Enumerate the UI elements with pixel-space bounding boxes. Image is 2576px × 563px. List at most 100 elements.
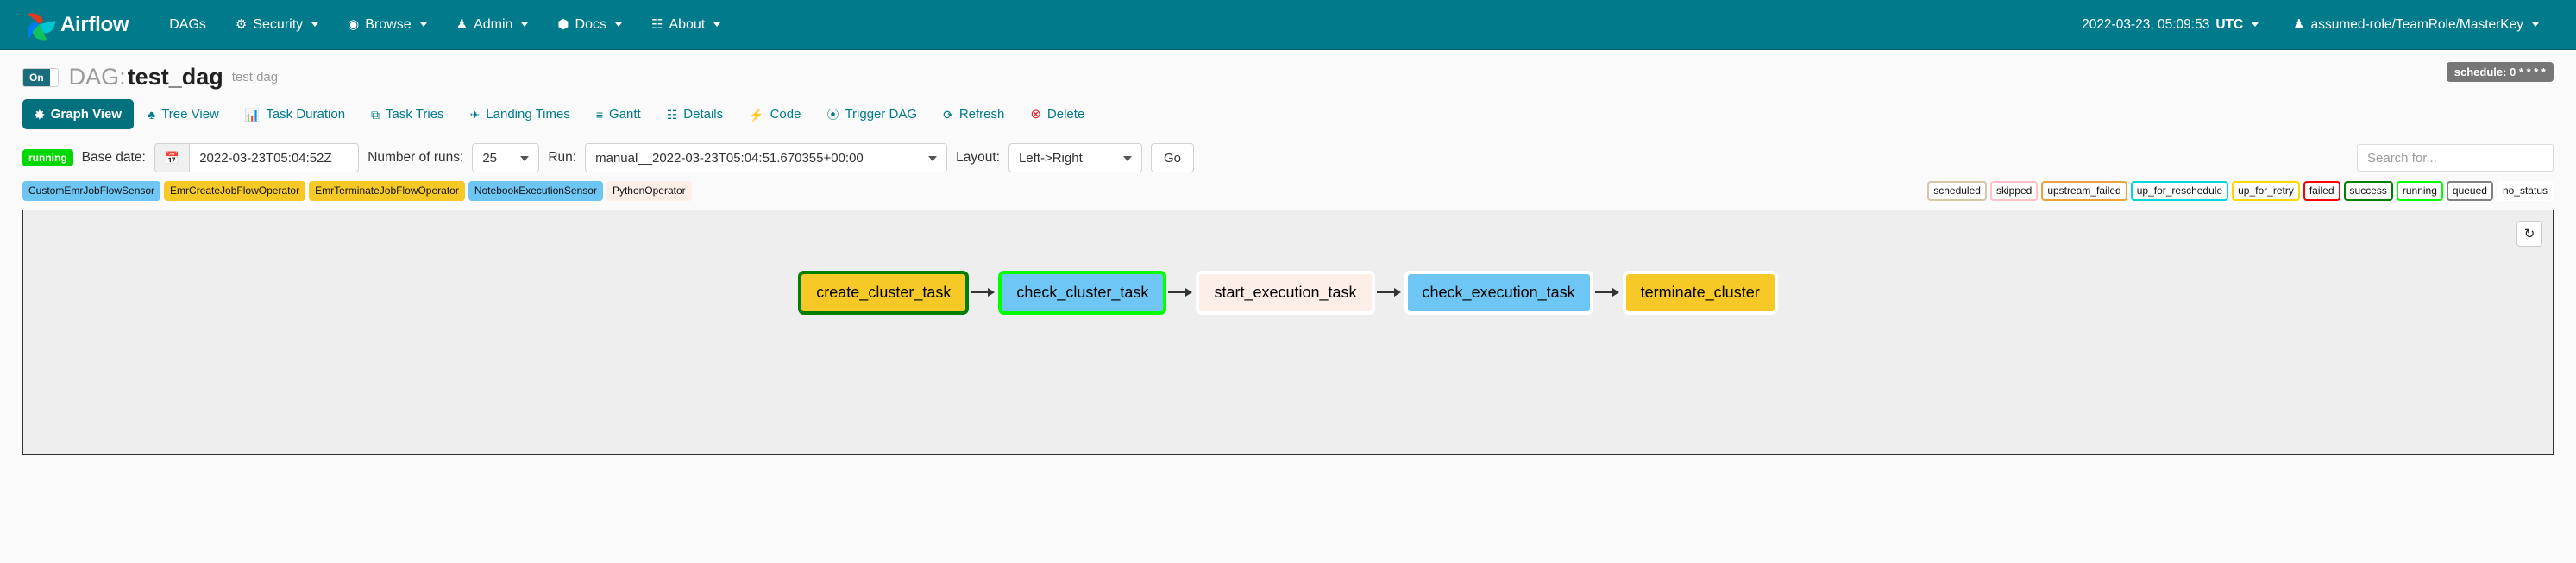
legend-status[interactable]: running	[2396, 181, 2443, 201]
tab-label: Gantt	[609, 107, 641, 122]
user-menu[interactable]: ♟ assumed-role/TeamRole/MasterKey	[2278, 10, 2554, 40]
tree-icon: ♣	[148, 107, 156, 122]
nav-item-docs[interactable]: ⬢ Docs	[543, 10, 637, 40]
task-node-check-cluster-task[interactable]: check_cluster_task	[998, 271, 1167, 315]
brand-name: Airflow	[60, 12, 129, 36]
nav-item-label: About	[669, 16, 706, 32]
tab-gantt[interactable]: ≡ Gantt	[584, 99, 653, 129]
task-node-create-cluster-task[interactable]: create_cluster_task	[798, 271, 970, 315]
run-select-wrap: manual__2022-03-23T05:04:51.670355+00:00	[585, 143, 948, 172]
nav-item-browse[interactable]: ◉ Browse	[333, 10, 441, 40]
play-circle-icon: ⦿	[826, 107, 839, 122]
tab-refresh[interactable]: ⟳ Refresh	[931, 99, 1016, 129]
dag-prefix-label: DAG:	[68, 64, 126, 90]
legend-status[interactable]: queued	[2446, 181, 2493, 201]
dag-description: test dag	[231, 70, 279, 84]
dag-graph-panel[interactable]: ↻ create_cluster_task check_cluster_task…	[22, 210, 2554, 455]
legend-operator[interactable]: EmrTerminateJobFlowOperator	[309, 181, 465, 201]
tab-label: Task Duration	[266, 107, 346, 122]
tab-task-tries[interactable]: ⧉ Task Tries	[359, 99, 456, 129]
task-node-start-execution-task[interactable]: start_execution_task	[1196, 271, 1375, 315]
legend-operator[interactable]: EmrCreateJobFlowOperator	[164, 181, 306, 201]
nav-item-about[interactable]: ☷ About	[637, 10, 735, 40]
tab-delete[interactable]: ⊗ Delete	[1018, 99, 1096, 129]
nav-item-admin[interactable]: ♟ Admin	[442, 10, 543, 40]
layout-select[interactable]: Left->Right	[1008, 143, 1142, 172]
base-date-group: 📅	[154, 143, 360, 172]
run-select[interactable]: manual__2022-03-23T05:04:51.670355+00:00	[585, 143, 948, 172]
status-legend: scheduled skipped upstream_failed up_for…	[1927, 181, 2554, 201]
refresh-sync-icon: ↻	[2523, 227, 2535, 241]
brand-logo[interactable]: Airflow	[22, 9, 129, 41]
number-of-runs-wrap: 25	[472, 143, 540, 172]
tab-label: Landing Times	[486, 107, 570, 122]
chevron-down-icon	[419, 22, 427, 27]
timezone-label: UTC	[2215, 16, 2244, 32]
tab-task-duration[interactable]: 📊 Task Duration	[233, 99, 357, 129]
user-name: assumed-role/TeamRole/MasterKey	[2310, 16, 2523, 32]
toggle-knob	[49, 68, 58, 86]
tab-tree-view[interactable]: ♣ Tree View	[135, 99, 231, 129]
chevron-down-icon	[2532, 22, 2539, 27]
graph-refresh-button[interactable]: ↻	[2516, 221, 2542, 247]
legend-operator[interactable]: NotebookExecutionSensor	[468, 181, 603, 201]
timezone-selector[interactable]: 2022-03-23, 05:09:53 UTC	[2067, 10, 2273, 40]
legend-status[interactable]: failed	[2303, 181, 2340, 201]
tab-label: Graph View	[50, 107, 122, 122]
legend-status[interactable]: upstream_failed	[2041, 181, 2127, 201]
chevron-down-icon	[614, 22, 622, 27]
legend-operator[interactable]: CustomEmrJobFlowSensor	[22, 181, 161, 201]
list-icon: ☷	[666, 107, 678, 122]
chevron-down-icon	[311, 22, 319, 27]
edge-arrow	[971, 287, 996, 297]
go-button[interactable]: Go	[1150, 143, 1194, 172]
search-input[interactable]	[2357, 144, 2554, 172]
chevron-down-icon	[521, 22, 529, 27]
tab-details[interactable]: ☷ Details	[655, 99, 735, 129]
run-label: Run:	[548, 150, 577, 165]
tab-label: Code	[770, 107, 801, 122]
current-datetime: 2022-03-23, 05:09:53	[2082, 16, 2210, 32]
legend-status[interactable]: success	[2343, 181, 2393, 201]
base-date-input[interactable]	[189, 143, 360, 172]
nav-item-label: Docs	[575, 16, 606, 32]
nav-item-label: DAGs	[169, 16, 206, 32]
task-node-check-execution-task[interactable]: check_execution_task	[1404, 271, 1593, 315]
legend-status[interactable]: skipped	[1989, 181, 2039, 201]
tab-label: Trigger DAG	[845, 107, 918, 122]
task-node-terminate-cluster[interactable]: terminate_cluster	[1622, 271, 1778, 315]
legend-status[interactable]: up_for_reschedule	[2130, 181, 2229, 201]
calendar-icon[interactable]: 📅	[154, 143, 190, 172]
nav-item-dags[interactable]: DAGs	[154, 10, 221, 40]
user-icon: ♟	[2293, 17, 2305, 32]
nav-item-label: Browse	[365, 16, 412, 32]
tab-trigger-dag[interactable]: ⦿ Trigger DAG	[814, 99, 929, 129]
legend-bar: CustomEmrJobFlowSensor EmrCreateJobFlowO…	[0, 172, 2576, 201]
dag-view-tabs: ✸ Graph View ♣ Tree View 📊 Task Duration…	[0, 91, 2576, 129]
dag-name: test_dag	[127, 64, 223, 90]
number-of-runs-label: Number of runs:	[368, 150, 464, 165]
tab-landing-times[interactable]: ✈ Landing Times	[458, 99, 582, 129]
dag-run-state-badge[interactable]: running	[22, 149, 73, 166]
number-of-runs-select[interactable]: 25	[472, 143, 540, 172]
tab-graph-view[interactable]: ✸ Graph View	[22, 99, 134, 129]
layout-select-wrap: Left->Right	[1008, 143, 1142, 172]
nav-item-security[interactable]: ⚙ Security	[221, 10, 333, 40]
legend-status[interactable]: up_for_retry	[2232, 181, 2300, 201]
chevron-down-icon	[713, 22, 721, 27]
dag-pause-toggle[interactable]: On	[22, 67, 59, 87]
legend-status[interactable]: no_status	[2496, 181, 2554, 201]
base-date-label: Base date:	[81, 150, 146, 165]
nav-item-label: Admin	[474, 16, 513, 32]
schedule-badge[interactable]: schedule: 0 * * * *	[2446, 62, 2554, 82]
dag-flow: create_cluster_task check_cluster_task s…	[23, 271, 2553, 315]
chevron-down-icon	[2252, 22, 2259, 27]
bar-chart-icon: 📊	[244, 107, 261, 122]
legend-status[interactable]: scheduled	[1927, 181, 1987, 201]
legend-operator[interactable]: PythonOperator	[606, 181, 692, 201]
nav-menu: DAGs ⚙ Security ◉ Browse ♟ Admin ⬢ Docs …	[154, 10, 735, 40]
tab-code[interactable]: ⚡ Code	[737, 99, 813, 129]
layout-label: Layout:	[956, 150, 1000, 165]
lightning-icon: ⚡	[749, 107, 764, 122]
edge-arrow	[1168, 287, 1194, 297]
